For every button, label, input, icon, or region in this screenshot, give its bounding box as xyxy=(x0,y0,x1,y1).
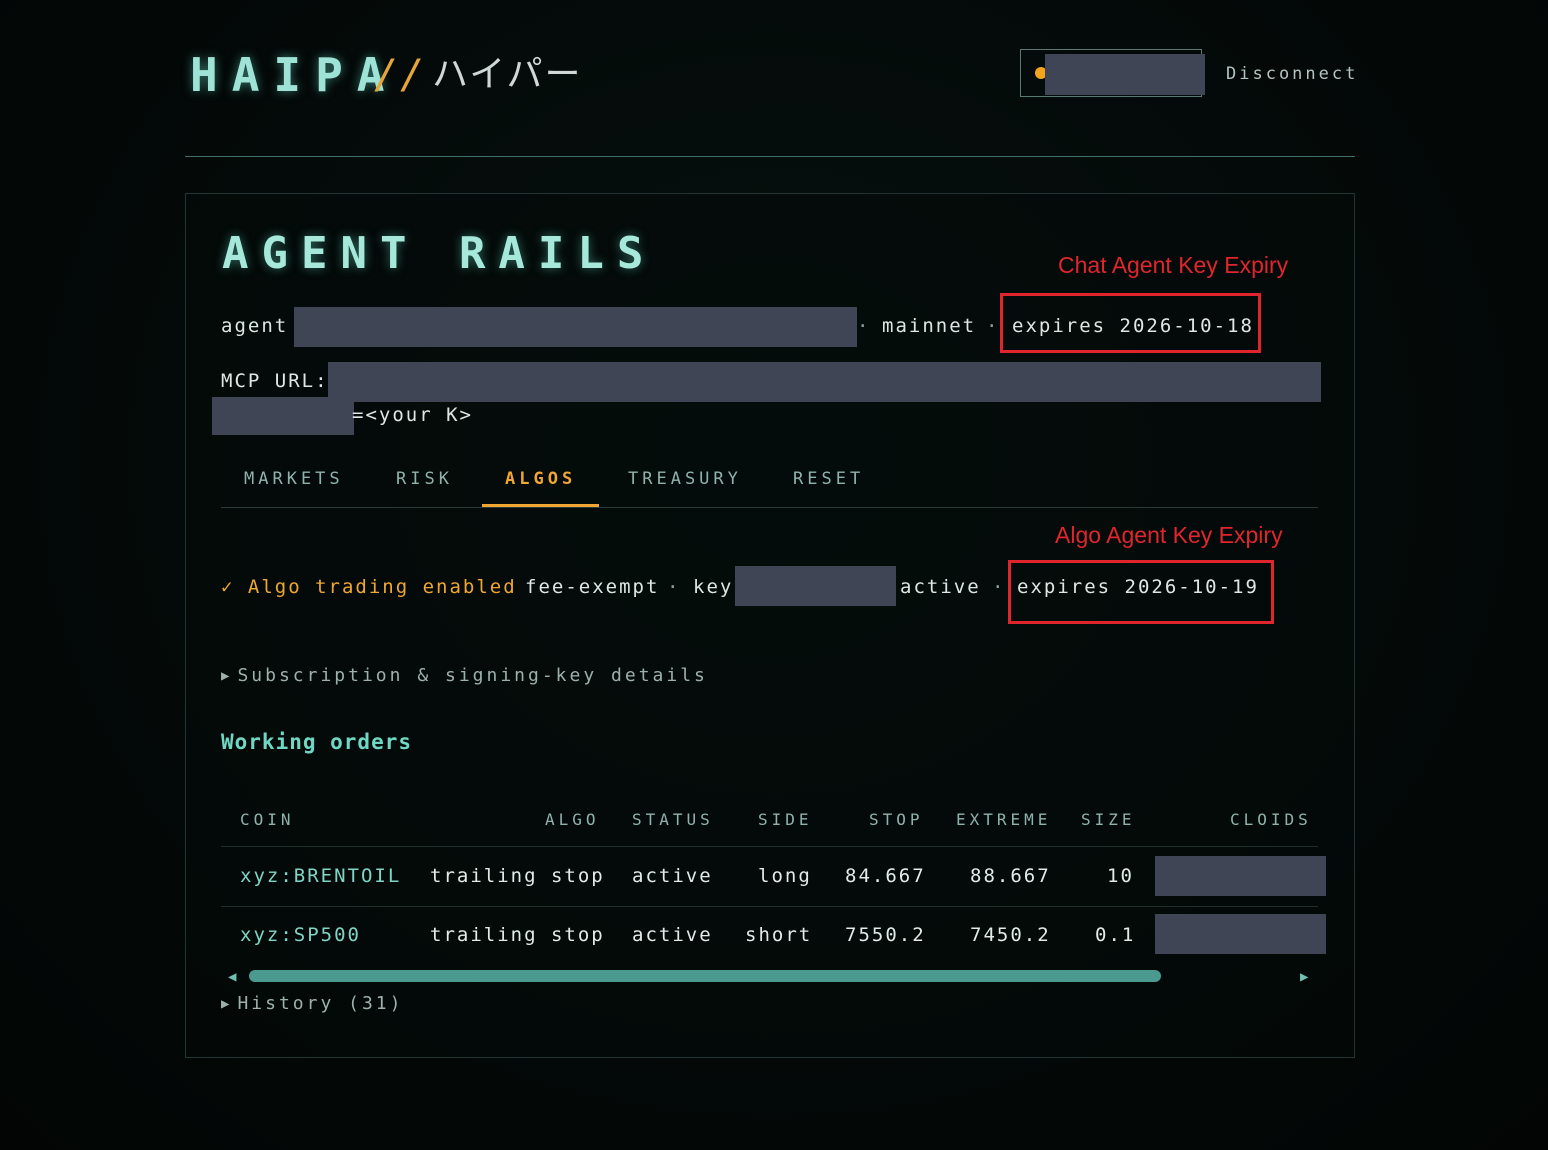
fee-exempt-badge: fee-exempt xyxy=(525,576,660,598)
header-divider xyxy=(185,156,1355,157)
history-label: History (31) xyxy=(237,993,404,1014)
order-size: 0.1 xyxy=(1095,924,1136,946)
order-side: short xyxy=(745,924,813,946)
column-header-size: SIZE xyxy=(1081,810,1136,829)
working-orders-title: Working orders xyxy=(221,730,413,754)
order-size: 10 xyxy=(1107,865,1134,887)
scroll-left-arrow-icon[interactable]: ◀ xyxy=(228,970,236,984)
brand-logo: HAIPA xyxy=(190,48,399,102)
annotation-box-algo-expiry xyxy=(1008,560,1274,624)
tab-treasury[interactable]: TREASURY xyxy=(628,467,742,491)
column-header-coin: COIN xyxy=(240,810,295,829)
order-coin: xyz:BRENTOIL xyxy=(240,865,402,887)
panel-title: AGENT RAILS xyxy=(222,228,657,279)
order-algo: trailing stop xyxy=(430,865,605,887)
column-header-stop: STOP xyxy=(869,810,924,829)
disconnect-button[interactable]: Disconnect xyxy=(1226,62,1358,86)
tab-markets[interactable]: MARKETS xyxy=(244,467,344,491)
column-header-extreme: EXTREME xyxy=(956,810,1052,829)
column-header-side: SIDE xyxy=(758,810,813,829)
separator-dot: · xyxy=(986,315,1000,337)
horizontal-scrollbar-thumb[interactable] xyxy=(249,970,1161,982)
separator-dot: · xyxy=(667,576,681,598)
tab-divider xyxy=(221,507,1318,508)
redacted-agent-address xyxy=(294,307,857,347)
column-header-status: STATUS xyxy=(632,810,714,829)
annotation-chat-expiry: Chat Agent Key Expiry xyxy=(1058,252,1289,278)
order-side: long xyxy=(758,865,812,887)
tab-reset[interactable]: RESET xyxy=(793,467,864,491)
subscription-details-label: Subscription & signing-key details xyxy=(237,665,708,686)
brand-separator: // xyxy=(374,52,427,98)
disclosure-triangle-icon: ▶ xyxy=(221,996,230,1012)
mcp-url-label: MCP URL: xyxy=(221,370,329,392)
column-header-cloids: CLOIDS xyxy=(1230,810,1312,829)
order-stop: 84.667 xyxy=(845,865,926,887)
order-coin: xyz:SP500 xyxy=(240,924,361,946)
redacted-mcp-url xyxy=(328,362,1321,402)
brand-japanese: ハイパー xyxy=(432,54,583,95)
annotation-box-chat-expiry xyxy=(1000,293,1261,353)
order-extreme: 88.667 xyxy=(970,865,1051,887)
subscription-details-toggle[interactable]: ▶ Subscription & signing-key details xyxy=(221,664,708,688)
separator-dot: · xyxy=(992,576,1006,598)
network-label: mainnet xyxy=(882,315,977,337)
mcp-url-suffix: =<your K> xyxy=(352,404,473,426)
order-stop: 7550.2 xyxy=(845,924,926,946)
order-status: active xyxy=(632,924,713,946)
tab-risk[interactable]: RISK xyxy=(396,467,453,491)
order-status: active xyxy=(632,865,713,887)
redacted-signing-key xyxy=(735,566,896,606)
redacted-cloids xyxy=(1155,856,1326,896)
disclosure-triangle-icon: ▶ xyxy=(221,668,230,684)
tab-algos[interactable]: ALGOS xyxy=(505,467,576,491)
agent-label: agent xyxy=(221,315,289,337)
column-header-algo: ALGO xyxy=(545,810,600,829)
annotation-algo-expiry: Algo Agent Key Expiry xyxy=(1055,522,1283,548)
order-extreme: 7450.2 xyxy=(970,924,1051,946)
order-algo: trailing stop xyxy=(430,924,605,946)
algo-enabled-status: ✓ Algo trading enabled xyxy=(221,576,517,598)
redacted-wallet-address xyxy=(1045,54,1205,95)
redacted-mcp-url-continued xyxy=(212,397,354,435)
key-status: active xyxy=(900,576,981,598)
key-label: key xyxy=(693,576,734,598)
redacted-cloids xyxy=(1155,914,1326,954)
separator-dot: · xyxy=(857,315,871,337)
active-tab-indicator xyxy=(482,504,599,507)
history-toggle[interactable]: ▶ History (31) xyxy=(221,992,403,1016)
scroll-right-arrow-icon[interactable]: ▶ xyxy=(1300,970,1308,984)
